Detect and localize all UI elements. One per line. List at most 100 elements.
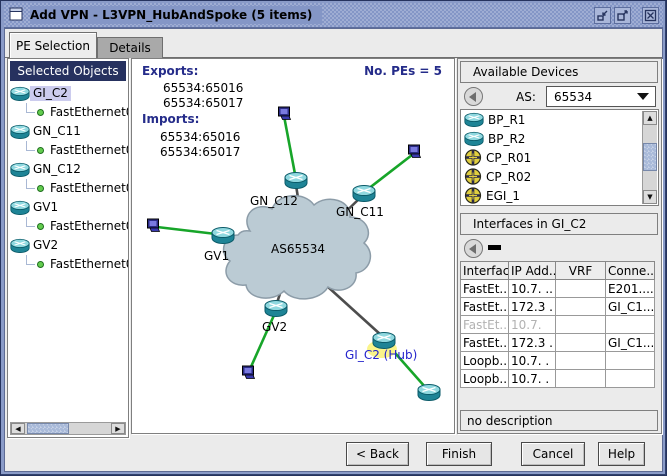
available-devices-list[interactable]: BP_R1 BP_R2 CP_R01 CP_R02 EGI_1 — [460, 109, 659, 206]
help-button[interactable]: Help — [598, 442, 645, 466]
host-node-icon[interactable] — [148, 219, 160, 232]
scrollbar-thumb[interactable] — [27, 423, 69, 434]
table-row[interactable]: FastEt... 172.3 . GI_C1... — [461, 298, 655, 316]
router-node-gn-c12[interactable] — [285, 173, 307, 189]
tree-item-gv2[interactable]: GV2 — [10, 236, 128, 255]
tree-horizontal-scrollbar[interactable]: ◀ ▶ — [10, 422, 126, 435]
cell-vrf[interactable] — [556, 280, 606, 298]
finish-button-label: Finish — [442, 447, 476, 461]
tab-pe-selection[interactable]: PE Selection — [9, 32, 97, 58]
tree-item-interface[interactable]: FastEthernet0. — [10, 141, 128, 160]
table-row[interactable]: Loopb... 10.7. . — [461, 352, 655, 370]
col-ip-address[interactable]: IP Add... — [509, 262, 556, 280]
interface-back-button[interactable] — [464, 239, 483, 258]
cell-interface[interactable]: Loopb... — [461, 370, 509, 388]
cell-interface[interactable]: FastEt... — [461, 280, 509, 298]
scroll-down-icon[interactable]: ▼ — [643, 190, 657, 204]
cell-vrf[interactable] — [556, 352, 606, 370]
cell-ip[interactable]: 10.7. .. — [509, 280, 556, 298]
tree-item-gn-c11[interactable]: GN_C11 — [10, 122, 128, 141]
device-item-bp-r2[interactable]: BP_R2 — [461, 129, 658, 148]
cell-vrf[interactable] — [556, 370, 606, 388]
tree-item-interface[interactable]: FastEthernet0. — [10, 179, 128, 198]
tree-item-label: GN_C11 — [30, 124, 84, 139]
router-node-gv1[interactable] — [212, 228, 234, 244]
selected-objects-tree: GI_C2 FastEthernet0. GN_C11 FastEthernet… — [8, 83, 128, 274]
tree-item-interface[interactable]: FastEthernet0. — [10, 217, 128, 236]
device-item-bp-r1[interactable]: BP_R1 — [461, 110, 658, 129]
interface-icon — [37, 185, 44, 192]
selected-objects-header: Selected Objects — [10, 61, 126, 81]
cell-ip[interactable]: 10.7. . — [509, 370, 556, 388]
router-icon — [10, 162, 30, 177]
col-vrf[interactable]: VRF — [556, 262, 606, 280]
tree-item-label: FastEthernet0. — [47, 257, 128, 272]
router-node-gn-c11[interactable] — [353, 186, 375, 202]
cell-ip[interactable]: 10.7. . — [509, 352, 556, 370]
cell-interface[interactable]: FastEt... — [461, 316, 509, 334]
host-node-icon[interactable] — [243, 366, 255, 379]
cancel-button[interactable]: Cancel — [521, 442, 585, 466]
device-item-cp-r02[interactable]: CP_R02 — [461, 167, 658, 186]
device-list-scrollbar[interactable]: ▲ ▼ — [642, 111, 657, 204]
interfaces-table[interactable]: Interface IP Add... VRF Conne... FastEt.… — [460, 261, 655, 388]
device-item-cp-r01[interactable]: CP_R01 — [461, 148, 658, 167]
cell-connected[interactable] — [606, 370, 655, 388]
scrollbar-thumb[interactable] — [643, 143, 657, 171]
router-node-ce[interactable] — [418, 385, 440, 401]
table-row[interactable]: Loopb... 10.7. . — [461, 370, 655, 388]
router-node-gv2[interactable] — [265, 301, 287, 317]
tab-pe-selection-label: PE Selection — [16, 39, 90, 53]
remove-interface-icon[interactable] — [488, 245, 501, 250]
device-item-partial[interactable] — [461, 205, 658, 206]
cell-vrf[interactable] — [556, 298, 606, 316]
cell-ip[interactable]: 172.3 . — [509, 334, 556, 352]
tree-item-interface[interactable]: FastEthernet0. — [10, 103, 128, 122]
table-row[interactable]: FastEt... 10.7. .. E201.... — [461, 280, 655, 298]
device-item-egi-1[interactable]: EGI_1 — [461, 186, 658, 205]
router-icon — [10, 200, 30, 215]
cell-connected[interactable]: GI_C1... — [606, 334, 655, 352]
table-row[interactable]: FastEt... 172.3 . GI_C1... — [461, 334, 655, 352]
tree-item-gn-c12[interactable]: GN_C12 — [10, 160, 128, 179]
scroll-right-icon[interactable]: ▶ — [111, 423, 125, 434]
tree-item-interface[interactable]: FastEthernet0. — [10, 255, 128, 274]
cell-interface[interactable]: FastEt... — [461, 298, 509, 316]
available-devices-title: Available Devices — [473, 65, 578, 79]
right-panel: Available Devices AS: 65534 BP_R1 BP_R2 — [457, 58, 662, 434]
finish-button[interactable]: Finish — [426, 442, 492, 466]
topology-panel[interactable]: AS65534 GN_C12 GN_C11 GV1 GV2 — [131, 58, 455, 434]
scroll-up-icon[interactable]: ▲ — [643, 111, 657, 125]
tree-item-gi-c2[interactable]: GI_C2 — [10, 84, 128, 103]
device-label: CP_R01 — [486, 151, 531, 165]
router-icon — [464, 131, 484, 146]
add-device-back-button[interactable] — [464, 87, 483, 106]
maximize-button[interactable] — [614, 7, 631, 24]
minimize-button[interactable] — [594, 7, 611, 24]
cell-interface[interactable]: Loopb... — [461, 352, 509, 370]
cell-ip[interactable]: 172.3 . — [509, 298, 556, 316]
node-label-gn-c12: GN_C12 — [250, 194, 298, 208]
cell-vrf[interactable] — [556, 334, 606, 352]
cell-connected[interactable] — [606, 316, 655, 334]
as-select[interactable]: 65534 — [546, 86, 656, 107]
router-node-gi-c2[interactable] — [373, 333, 395, 349]
host-node-icon[interactable] — [279, 107, 291, 120]
cell-ip[interactable]: 10.7. — [509, 316, 556, 334]
col-interface[interactable]: Interface — [461, 262, 509, 280]
col-connected[interactable]: Conne... — [606, 262, 655, 280]
tab-details[interactable]: Details — [97, 37, 163, 58]
close-icon[interactable] — [642, 7, 659, 24]
scroll-left-icon[interactable]: ◀ — [11, 423, 25, 434]
title-bar[interactable]: Add VPN - L3VPN_HubAndSpoke (5 items) — [4, 3, 663, 28]
cell-connected[interactable]: GI_C1... — [606, 298, 655, 316]
cell-interface[interactable]: FastEt... — [461, 334, 509, 352]
cell-connected[interactable] — [606, 352, 655, 370]
tree-elbow — [26, 217, 35, 227]
cell-vrf[interactable] — [556, 316, 606, 334]
back-button[interactable]: < Back — [346, 442, 409, 466]
tree-item-gv1[interactable]: GV1 — [10, 198, 128, 217]
table-row-disabled[interactable]: FastEt... 10.7. — [461, 316, 655, 334]
cell-connected[interactable]: E201.... — [606, 280, 655, 298]
router-icon — [10, 124, 30, 139]
